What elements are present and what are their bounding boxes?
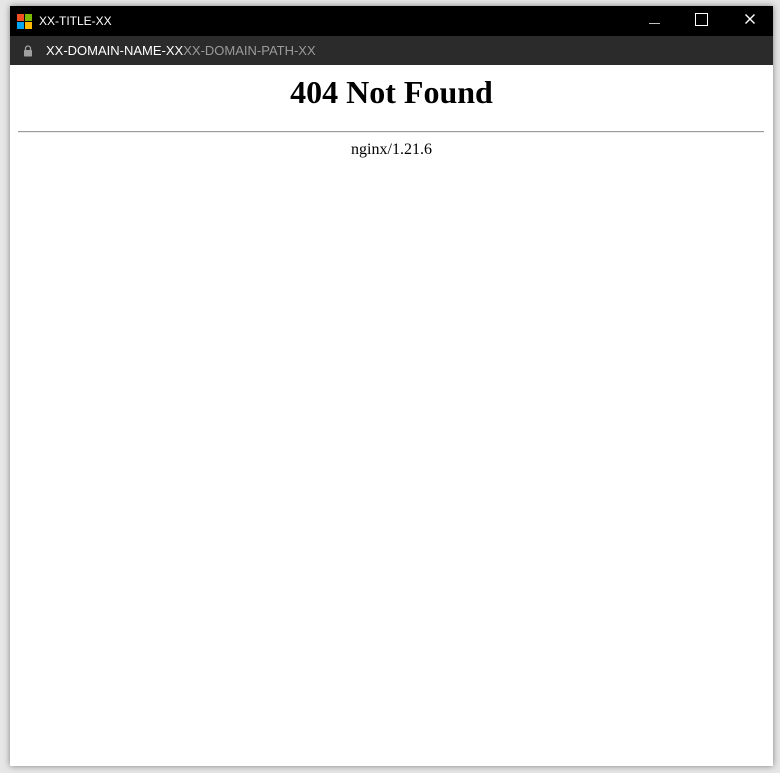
browser-window: XX-TITLE-XX XX-DOMAIN-NAME-XXXX-DOMAIN-P…: [10, 6, 773, 766]
logo-red-square: [17, 14, 24, 21]
minimize-icon: [649, 23, 660, 24]
address-bar[interactable]: XX-DOMAIN-NAME-XXXX-DOMAIN-PATH-XX: [10, 36, 773, 65]
window-title: XX-TITLE-XX: [39, 14, 112, 28]
logo-green-square: [25, 14, 32, 21]
logo-blue-square: [17, 22, 24, 29]
logo-yellow-square: [25, 22, 32, 29]
maximize-button[interactable]: [678, 6, 724, 36]
windows-logo-icon: [17, 14, 33, 30]
close-button[interactable]: [727, 6, 773, 36]
minimize-button[interactable]: [631, 6, 677, 36]
horizontal-rule: [18, 131, 764, 133]
page-content: 404 Not Found nginx/1.21.6: [10, 65, 773, 766]
server-signature: nginx/1.21.6: [351, 141, 432, 158]
url-path: XX-DOMAIN-PATH-XX: [183, 43, 316, 58]
url-domain: XX-DOMAIN-NAME-XX: [46, 43, 184, 58]
maximize-icon: [695, 13, 708, 26]
lock-icon: [24, 45, 32, 57]
title-bar[interactable]: XX-TITLE-XX: [10, 6, 773, 36]
close-icon: [745, 14, 755, 24]
url-text[interactable]: XX-DOMAIN-NAME-XXXX-DOMAIN-PATH-XX: [46, 43, 316, 59]
error-heading: 404 Not Found: [290, 74, 493, 110]
